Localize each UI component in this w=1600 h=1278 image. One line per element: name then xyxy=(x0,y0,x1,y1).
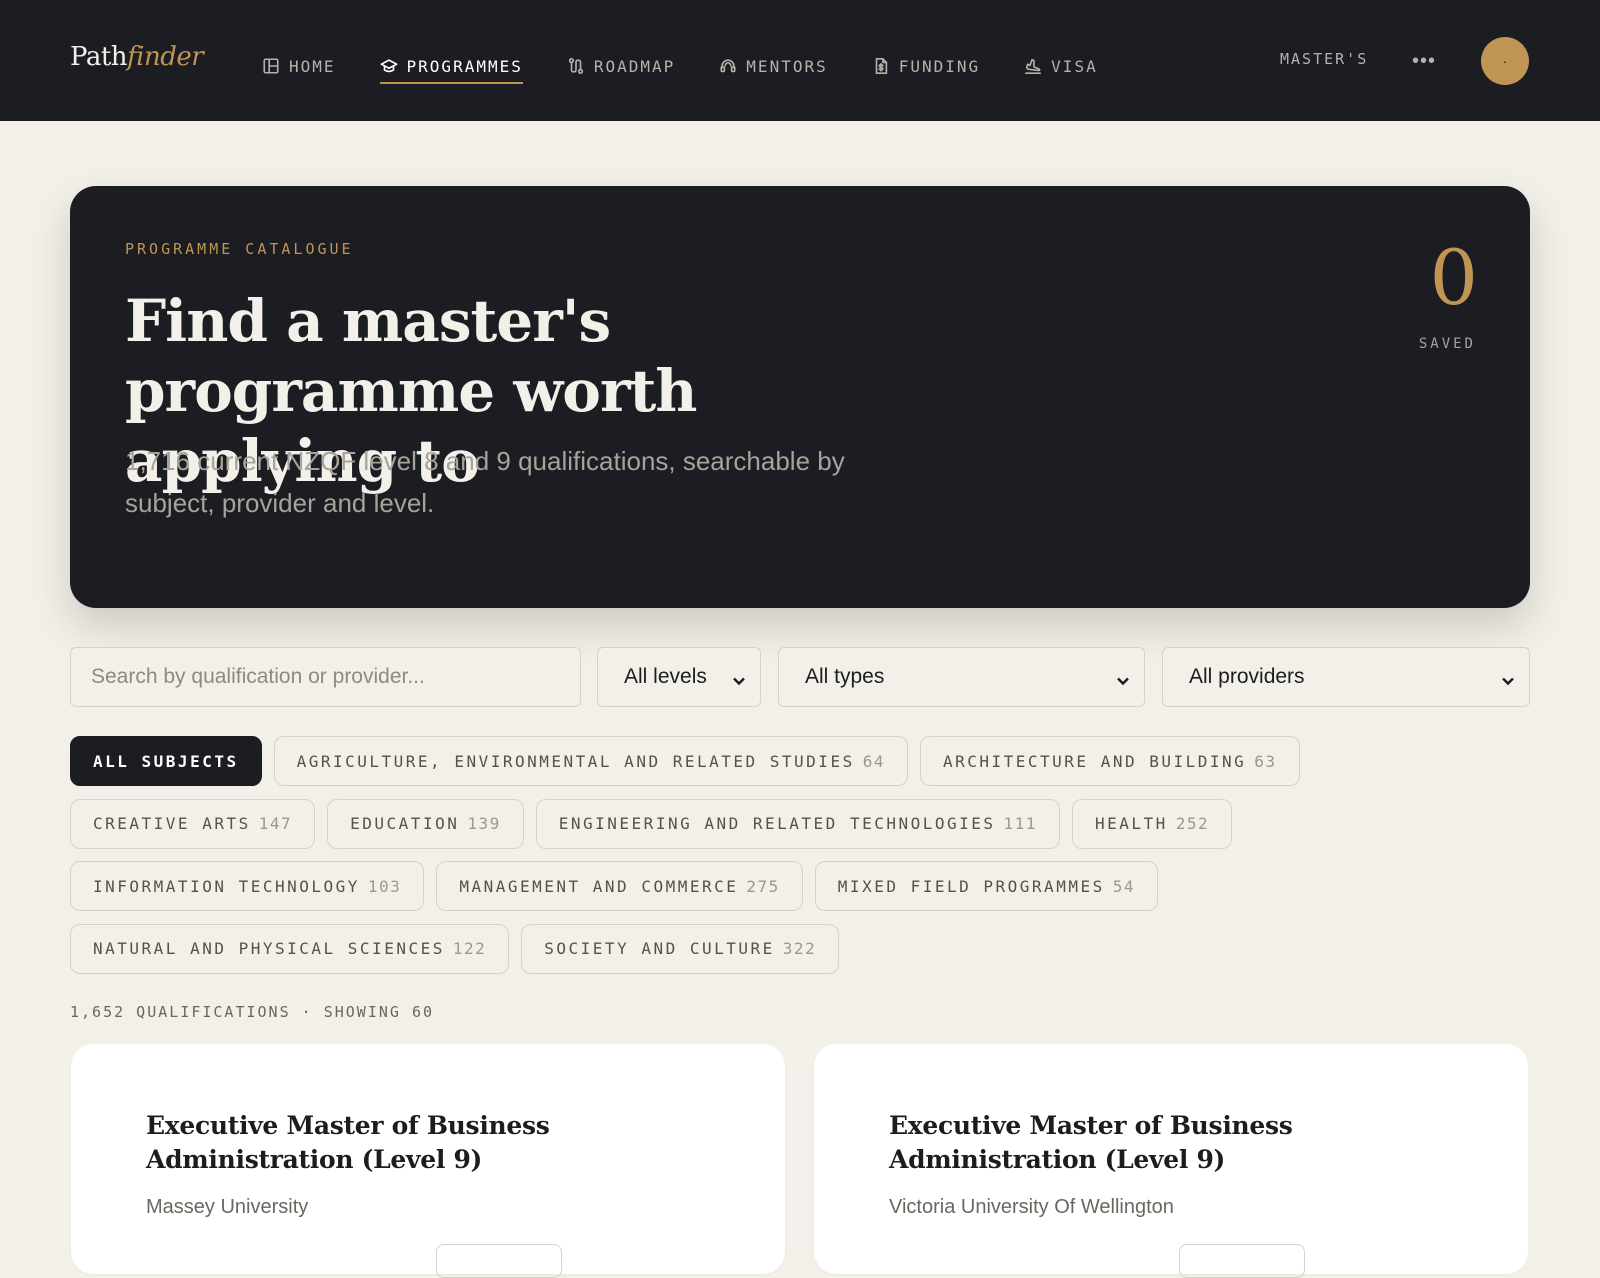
level-select-value: All levels xyxy=(624,665,707,688)
dollar-file-icon xyxy=(872,57,890,75)
nav-item-roadmap[interactable]: ROADMAP xyxy=(567,50,675,82)
graduation-cap-icon xyxy=(380,57,398,75)
chip-count: 54 xyxy=(1112,876,1135,896)
app-logo[interactable]: Pathfinder xyxy=(70,42,204,72)
saved-label: SAVED xyxy=(1418,336,1476,352)
nav-item-label: ROADMAP xyxy=(593,56,676,76)
route-icon xyxy=(567,57,585,75)
programme-card[interactable]: Executive Master of Business Administrat… xyxy=(71,1044,785,1278)
hero-eyebrow: PROGRAMME CATALOGUE xyxy=(125,240,354,258)
level-select[interactable]: All levels xyxy=(597,647,761,707)
chip-label: MIXED FIELD PROGRAMMES xyxy=(837,876,1105,896)
programme-title: Executive Master of Business Administrat… xyxy=(889,1111,1293,1174)
subject-chip-mixed-field[interactable]: MIXED FIELD PROGRAMMES 54 xyxy=(814,861,1158,911)
plane-icon xyxy=(1024,57,1042,75)
subject-chip-engineering[interactable]: ENGINEERING AND RELATED TECHNOLOGIES 111 xyxy=(535,798,1060,849)
subject-chip-all[interactable]: ALL SUBJECTS xyxy=(70,736,262,786)
chip-row: CREATIVE ARTS 147 EDUCATION 139 ENGINEERIN… xyxy=(70,798,1530,849)
subject-chip-management-commerce[interactable]: MANAGEMENT AND COMMERCE 275 xyxy=(436,861,803,911)
chip-count: 275 xyxy=(746,876,780,896)
subject-chip-health[interactable]: HEALTH 252 xyxy=(1071,798,1233,849)
chevron-down-icon xyxy=(1116,670,1130,686)
user-avatar[interactable]: · xyxy=(1481,37,1529,85)
hero-subtitle: 1,716 current NZQF level 8 and 9 qualifi… xyxy=(125,446,845,518)
nav-item-visa[interactable]: VISA xyxy=(1024,50,1098,82)
subject-chip-creative-arts[interactable]: CREATIVE ARTS 147 xyxy=(70,798,316,849)
catalogue-hero: PROGRAMME CATALOGUE Find a master's prog… xyxy=(70,186,1530,608)
nav-item-label: PROGRAMMES xyxy=(406,56,523,76)
subject-filter-chips: ALL SUBJECTS AGRICULTURE, ENVIRONMENTAL … xyxy=(70,736,1530,986)
chip-count: 322 xyxy=(782,939,817,958)
chevron-down-icon xyxy=(1501,670,1515,686)
chip-count: 63 xyxy=(1254,751,1277,771)
programme-tag xyxy=(1179,1244,1305,1278)
subject-chip-society-culture[interactable]: SOCIETY AND CULTURE 322 xyxy=(521,923,840,974)
programme-card[interactable]: Executive Master of Business Administrat… xyxy=(814,1044,1528,1278)
subject-chip-information-technology[interactable]: INFORMATION TECHNOLOGY 103 xyxy=(70,861,425,911)
chip-label: INFORMATION TECHNOLOGY xyxy=(93,876,360,896)
nav-item-label: FUNDING xyxy=(898,56,981,76)
logo-main: Path xyxy=(70,42,128,72)
chip-label: AGRICULTURE, ENVIRONMENTAL AND RELATED S… xyxy=(296,751,855,771)
provider-select[interactable]: All providers xyxy=(1162,647,1530,707)
type-select-value: All types xyxy=(805,665,885,688)
subject-chip-agriculture[interactable]: AGRICULTURE, ENVIRONMENTAL AND RELATED S… xyxy=(273,736,908,786)
nav-item-funding[interactable]: FUNDING xyxy=(872,50,980,82)
subject-chip-architecture[interactable]: ARCHITECTURE AND BUILDING 63 xyxy=(919,736,1300,786)
top-navigation-bar: Pathfinder HOME PROGRAMMES ROADMAP MENTO… xyxy=(0,0,1600,121)
chip-label: ENGINEERING AND RELATED TECHNOLOGIES xyxy=(558,814,996,833)
chip-count: 147 xyxy=(258,814,293,833)
nav-item-label: MENTORS xyxy=(746,56,828,76)
search-input[interactable] xyxy=(70,647,581,707)
chip-row: NATURAL AND PHYSICAL SCIENCES 122 SOCIETY… xyxy=(70,923,1530,974)
chip-count: 139 xyxy=(467,814,501,833)
chip-count: 64 xyxy=(862,751,885,771)
more-menu-button[interactable]: ••• xyxy=(1412,50,1436,73)
type-select[interactable]: All types xyxy=(778,647,1145,707)
programme-provider: Victoria University Of Wellington xyxy=(889,1196,1174,1218)
programme-title: Executive Master of Business Administrat… xyxy=(146,1111,550,1174)
nav-item-mentors[interactable]: MENTORS xyxy=(719,50,827,82)
degree-level-switch[interactable]: MASTER'S xyxy=(1280,50,1368,68)
chip-count: 122 xyxy=(452,939,487,958)
subject-chip-education[interactable]: EDUCATION 139 xyxy=(327,798,524,849)
chip-label: SOCIETY AND CULTURE xyxy=(544,939,775,958)
nav-item-label: HOME xyxy=(289,56,336,76)
main-nav: HOME PROGRAMMES ROADMAP MENTORS FUNDING … xyxy=(262,50,1142,84)
headset-icon xyxy=(719,57,737,75)
subject-chip-natural-sciences[interactable]: NATURAL AND PHYSICAL SCIENCES 122 xyxy=(70,923,510,974)
chip-label: EDUCATION xyxy=(350,814,460,833)
chip-label: MANAGEMENT AND COMMERCE xyxy=(459,876,739,896)
results-summary: 1,652 QUALIFICATIONS · SHOWING 60 xyxy=(70,1003,435,1021)
nav-item-home[interactable]: HOME xyxy=(262,50,336,82)
provider-select-value: All providers xyxy=(1189,665,1305,688)
layout-icon xyxy=(262,57,280,75)
chip-label: HEALTH xyxy=(1094,814,1168,833)
logo-accent: finder xyxy=(127,42,204,72)
chip-row: ALL SUBJECTS AGRICULTURE, ENVIRONMENTAL … xyxy=(70,736,1530,786)
programme-tag xyxy=(436,1244,562,1278)
chip-count: 111 xyxy=(1003,814,1037,833)
chip-count: 103 xyxy=(367,876,402,896)
chip-label: ARCHITECTURE AND BUILDING xyxy=(942,751,1247,771)
nav-item-label: VISA xyxy=(1051,56,1098,76)
chip-label: ALL SUBJECTS xyxy=(93,751,239,771)
chip-label: CREATIVE ARTS xyxy=(93,814,251,833)
chip-count: 252 xyxy=(1175,814,1210,833)
chevron-down-icon xyxy=(732,670,746,686)
programme-provider: Massey University xyxy=(146,1196,309,1218)
saved-count[interactable]: 0 xyxy=(1430,238,1478,318)
chip-row: INFORMATION TECHNOLOGY 103 MANAGEMENT AND… xyxy=(70,861,1530,911)
chip-label: NATURAL AND PHYSICAL SCIENCES xyxy=(93,939,445,958)
nav-item-programmes[interactable]: PROGRAMMES xyxy=(379,50,524,84)
